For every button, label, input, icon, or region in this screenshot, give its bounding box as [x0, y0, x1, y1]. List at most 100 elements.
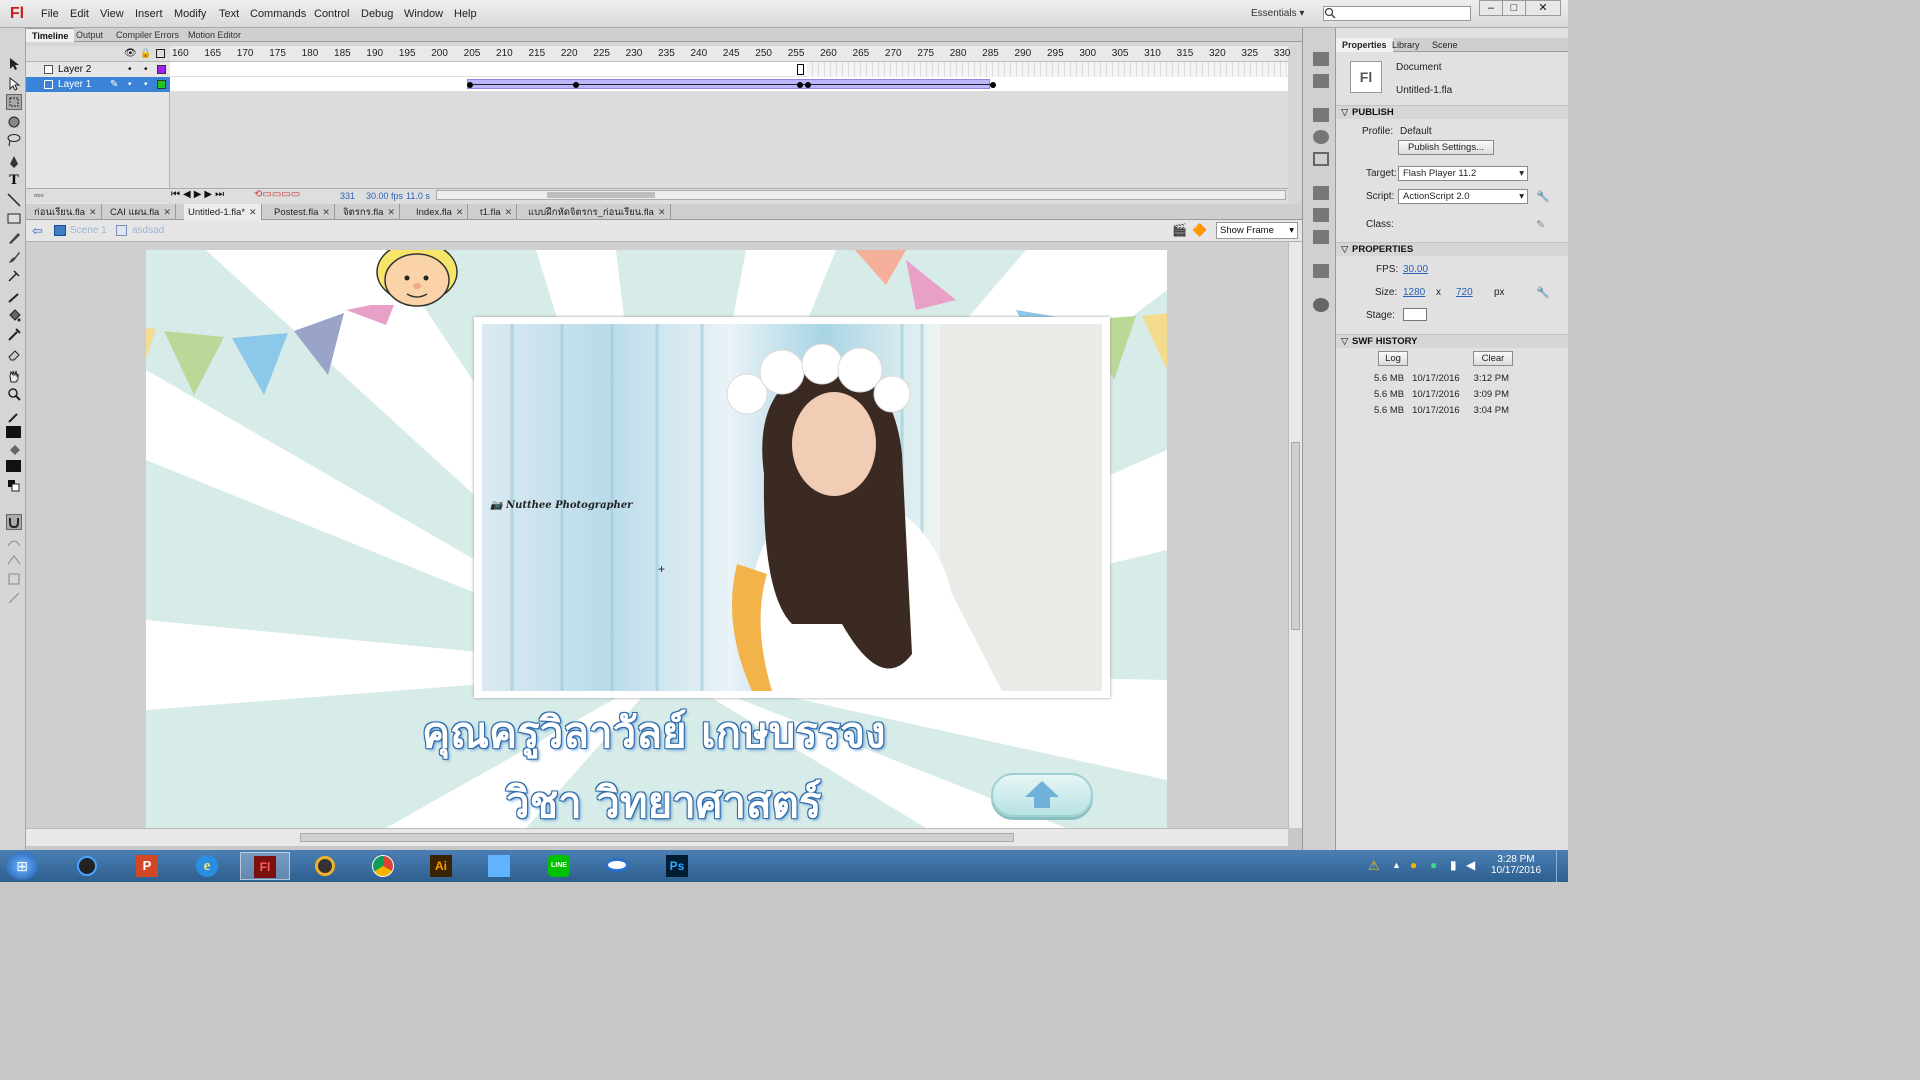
back-arrow-icon[interactable]: ⇦: [32, 223, 43, 239]
scroll-thumb[interactable]: [300, 833, 1014, 842]
network-icon[interactable]: ▮: [1450, 858, 1457, 872]
brush-tool-icon[interactable]: [6, 249, 22, 265]
close-button[interactable]: ✕: [1525, 0, 1561, 16]
fps-value[interactable]: 30.00: [1403, 264, 1428, 275]
zoom-tool-icon[interactable]: [6, 386, 22, 402]
fill-color-icon[interactable]: [6, 443, 22, 459]
home-button[interactable]: [991, 773, 1093, 817]
deco-tool-icon[interactable]: [6, 268, 22, 284]
teacher-photo-frame[interactable]: 📷 Nutthee Photographer: [474, 317, 1110, 698]
close-icon[interactable]: ✕: [163, 207, 171, 217]
eyedropper-tool-icon[interactable]: [6, 326, 22, 342]
line-tool-icon[interactable]: [6, 192, 22, 208]
pencil-tool-icon[interactable]: [6, 230, 22, 246]
scale-icon[interactable]: [6, 590, 22, 606]
layer-1-frames[interactable]: [170, 77, 1288, 92]
symbol-label[interactable]: asdsad: [132, 225, 164, 236]
stage[interactable]: 📷 Nutthee Photographer คุณครูวิลาวัลย์ เ…: [146, 250, 1167, 828]
timeline-scrollbar[interactable]: [436, 190, 1286, 200]
warning-tray-icon[interactable]: ⚠: [1368, 858, 1380, 874]
swf-history-section-header[interactable]: ▽ SWF HISTORY: [1336, 334, 1568, 348]
bone-tool-icon[interactable]: [6, 290, 22, 306]
illustrator-taskbar-icon[interactable]: Ai: [416, 852, 466, 880]
fill-color-swatch[interactable]: [6, 460, 21, 472]
menu-insert[interactable]: Insert: [135, 0, 163, 28]
file-explorer-taskbar-icon[interactable]: [474, 852, 524, 880]
tab-motion-editor[interactable]: Motion Editor: [182, 28, 247, 42]
edit-scene-icon[interactable]: 🎬: [1172, 223, 1187, 237]
pen-tool-icon[interactable]: [6, 154, 22, 170]
transform-panel-icon[interactable]: [1313, 152, 1329, 166]
stage-horizontal-scrollbar[interactable]: [26, 828, 1288, 846]
new-layer-icon[interactable]: ▫▫▫: [34, 190, 44, 200]
eye-app-taskbar-icon[interactable]: [592, 852, 642, 880]
menu-debug[interactable]: Debug: [361, 0, 393, 28]
close-icon[interactable]: ✕: [89, 207, 97, 217]
edit-symbols-icon[interactable]: 🔶: [1192, 223, 1207, 237]
layer-row-2[interactable]: Layer 2 • •: [26, 62, 170, 77]
menu-text[interactable]: Text: [219, 0, 239, 28]
selection-tool-icon[interactable]: [6, 56, 22, 72]
color-panel-icon[interactable]: [1313, 52, 1329, 66]
chrome-taskbar-icon[interactable]: [358, 852, 408, 880]
free-transform-tool-icon[interactable]: [6, 94, 22, 110]
doc-tab[interactable]: CAI แผน.fla ✕: [106, 204, 176, 220]
smooth-icon[interactable]: [6, 534, 22, 550]
width-value[interactable]: 1280: [1403, 287, 1425, 298]
zoom-select[interactable]: Show Frame ▾: [1216, 222, 1298, 239]
tab-scene[interactable]: Scene: [1426, 38, 1464, 52]
project-panel-icon[interactable]: [1313, 298, 1329, 312]
stage-color-swatch[interactable]: [1403, 308, 1427, 321]
eye-icon[interactable]: 👁: [124, 48, 137, 59]
close-icon[interactable]: ✕: [505, 207, 513, 217]
media-player-taskbar-icon[interactable]: [62, 852, 112, 880]
snap-to-objects-icon[interactable]: [6, 514, 22, 530]
lock-dot[interactable]: •: [144, 62, 148, 77]
code-snippets-icon[interactable]: [1313, 186, 1329, 200]
keyframe[interactable]: [467, 82, 473, 88]
document-name[interactable]: Untitled-1.fla: [1396, 85, 1452, 96]
close-icon[interactable]: ✕: [456, 207, 464, 217]
height-value[interactable]: 720: [1456, 287, 1473, 298]
tab-properties[interactable]: Properties: [1336, 38, 1393, 52]
doc-tab[interactable]: ก่อนเรียน.fla ✕: [30, 204, 102, 220]
hand-tool-icon[interactable]: [6, 368, 22, 384]
script-select[interactable]: ActionScript 2.0 ▾: [1398, 189, 1528, 204]
doc-tab-active[interactable]: Untitled-1.fla* ✕: [184, 204, 262, 220]
photoshop-taskbar-icon[interactable]: Ps: [652, 852, 702, 880]
layer-2-frames[interactable]: [170, 62, 1288, 77]
flash-taskbar-icon[interactable]: Fl: [240, 852, 290, 880]
doc-tab[interactable]: แบบฝึกหัดจิตรกร_ก่อนเรียน.fla ✕: [524, 204, 671, 220]
menu-commands[interactable]: Commands: [250, 0, 306, 28]
clear-button[interactable]: Clear: [1473, 351, 1513, 366]
help-search-input[interactable]: [1323, 6, 1471, 21]
doc-tab[interactable]: Index.fla ✕: [412, 204, 469, 220]
motion-presets-icon[interactable]: [1313, 230, 1329, 244]
keyframe[interactable]: [797, 64, 804, 75]
start-button[interactable]: ⊞: [6, 852, 38, 880]
clock[interactable]: 3:28 PM 10/17/2016: [1486, 854, 1546, 876]
maximize-button[interactable]: □: [1502, 0, 1526, 16]
close-icon[interactable]: ✕: [249, 207, 257, 217]
close-icon[interactable]: ✕: [387, 207, 395, 217]
info-panel-icon[interactable]: [1313, 130, 1329, 144]
black-white-icon[interactable]: [6, 478, 22, 494]
menu-modify[interactable]: Modify: [174, 0, 206, 28]
subselection-tool-icon[interactable]: [6, 76, 22, 92]
doc-tab[interactable]: จิตรกร.fla ✕: [339, 204, 400, 220]
lasso-tool-icon[interactable]: [6, 132, 22, 148]
swatches-panel-icon[interactable]: [1313, 74, 1329, 88]
doc-tab[interactable]: Postest.fla ✕: [270, 204, 335, 220]
scroll-thumb[interactable]: [547, 192, 655, 198]
close-icon[interactable]: ✕: [322, 207, 330, 217]
log-button[interactable]: Log: [1378, 351, 1408, 366]
wrench-icon[interactable]: 🔧: [1536, 190, 1550, 203]
components-panel-icon[interactable]: [1313, 208, 1329, 222]
publish-section-header[interactable]: ▽ PUBLISH: [1336, 105, 1568, 119]
workspace-switcher[interactable]: Essentials ▾: [1251, 0, 1304, 28]
paint-bucket-tool-icon[interactable]: [6, 308, 22, 324]
frame-ruler[interactable]: 160 165 170 175 180 185 190 195 200 205 210 215 220 2…: [170, 46, 1290, 62]
menu-control[interactable]: Control: [314, 0, 349, 28]
menu-help[interactable]: Help: [454, 0, 477, 28]
tray-app-icon[interactable]: ●: [1410, 858, 1417, 872]
